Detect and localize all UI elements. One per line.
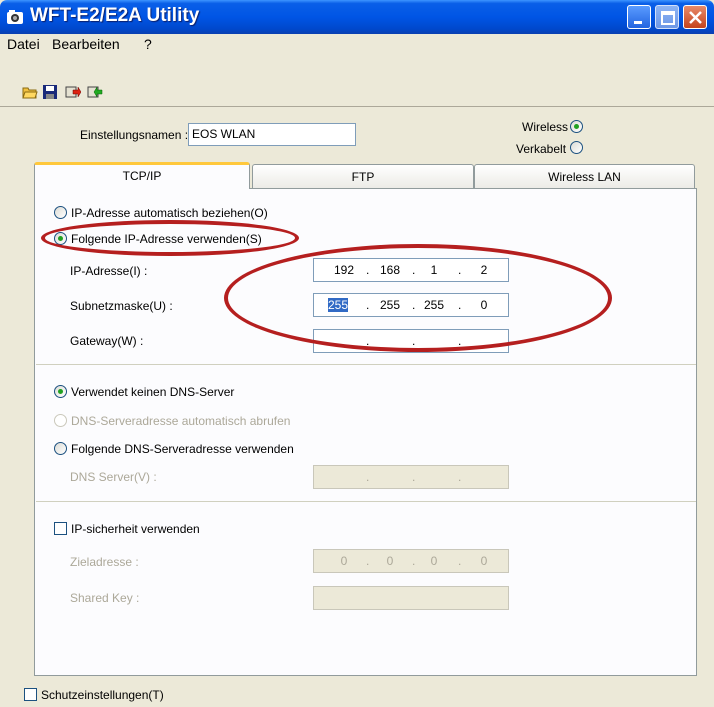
auto-dns-label: DNS-Serveradresse automatisch abrufen (71, 414, 291, 428)
protect-settings-checkbox[interactable] (24, 688, 37, 701)
export-icon[interactable] (65, 84, 81, 100)
minimize-icon (634, 21, 642, 24)
maximize-button[interactable] (655, 5, 679, 29)
dot: . (458, 298, 462, 312)
target-address-label: Zieladresse : (70, 555, 139, 569)
toolbar-divider (0, 106, 714, 107)
auto-ip-label: IP-Adresse automatisch beziehen(O) (71, 206, 268, 220)
dot: . (458, 334, 462, 348)
no-dns-radio[interactable] (54, 385, 67, 398)
subnet-label: Subnetzmaske(U) : (70, 299, 173, 313)
wireless-radio[interactable] (570, 120, 583, 133)
title-bar[interactable]: WFT-E2/E2A Utility (0, 0, 714, 34)
subnet-octet-3: 255 (423, 298, 445, 312)
ip-octet-4: 2 (480, 263, 488, 277)
dot: . (366, 263, 370, 277)
auto-dns-radio[interactable] (54, 414, 67, 427)
dns-server-label: DNS Server(V) : (70, 470, 157, 484)
dot: . (412, 334, 416, 348)
dot: . (366, 554, 370, 568)
shared-key-input[interactable] (313, 586, 509, 610)
ip-address-label: IP-Adresse(I) : (70, 264, 148, 278)
target-octet-4: 0 (480, 554, 488, 568)
manual-ip-radio[interactable] (54, 232, 67, 245)
shared-key-label: Shared Key : (70, 591, 140, 605)
menu-help[interactable]: ? (142, 36, 154, 52)
import-icon[interactable] (87, 84, 103, 100)
open-folder-icon[interactable] (22, 84, 38, 100)
wireless-label: Wireless (522, 120, 569, 134)
close-button[interactable] (683, 5, 707, 29)
subnet-octet-1: 255 (328, 298, 349, 312)
wired-label: Verkabelt (516, 142, 567, 156)
ipsec-label: IP-sicherheit verwenden (71, 522, 200, 536)
gateway-label: Gateway(W) : (70, 334, 144, 348)
protect-settings-label: Schutzeinstellungen(T) (41, 688, 164, 702)
subnet-octet-4: 0 (480, 298, 488, 312)
tab-ftp[interactable]: FTP (252, 164, 474, 188)
ipsec-checkbox[interactable] (54, 522, 67, 535)
dns-server-field[interactable]: . . . (313, 465, 509, 489)
close-icon (689, 11, 702, 24)
dot: . (366, 470, 370, 484)
menu-datei[interactable]: Datei (5, 36, 42, 52)
section-divider (36, 364, 696, 365)
tab-wireless-lan[interactable]: Wireless LAN (474, 164, 695, 188)
settings-name-label: Einstellungsnamen : (80, 128, 189, 142)
target-octet-2: 0 (386, 554, 394, 568)
manual-dns-radio[interactable] (54, 442, 67, 455)
subnet-octet-2: 255 (379, 298, 401, 312)
menu-bearbeiten[interactable]: Bearbeiten (50, 36, 122, 52)
dot: . (366, 334, 370, 348)
target-octet-3: 0 (430, 554, 438, 568)
no-dns-label: Verwendet keinen DNS-Server (71, 385, 235, 399)
auto-ip-radio[interactable] (54, 206, 67, 219)
target-octet-1: 0 (340, 554, 348, 568)
dot: . (412, 554, 416, 568)
app-icon (7, 10, 23, 24)
dot: . (412, 298, 416, 312)
section-divider (36, 501, 696, 502)
manual-ip-label: Folgende IP-Adresse verwenden(S) (71, 232, 262, 246)
dot: . (366, 298, 370, 312)
dot: . (412, 470, 416, 484)
target-address-field[interactable]: 0 . 0 . 0 . 0 (313, 549, 509, 573)
ip-octet-2: 168 (379, 263, 401, 277)
save-icon[interactable] (42, 84, 58, 100)
maximize-icon (661, 11, 675, 25)
menu-bar: Datei Bearbeiten ? (0, 34, 714, 56)
dot: . (458, 263, 462, 277)
ip-octet-1: 192 (333, 263, 355, 277)
dot: . (458, 470, 462, 484)
manual-dns-label: Folgende DNS-Serveradresse verwenden (71, 442, 294, 456)
minimize-button[interactable] (627, 5, 651, 29)
dot: . (458, 554, 462, 568)
tab-tcpip[interactable]: TCP/IP (34, 162, 250, 189)
dot: . (412, 263, 416, 277)
wired-radio[interactable] (570, 141, 583, 154)
settings-name-input[interactable]: EOS WLAN (188, 123, 356, 146)
window-title: WFT-E2/E2A Utility (30, 5, 200, 26)
ip-address-field[interactable]: 192 . 168 . 1 . 2 (313, 258, 509, 282)
subnet-field[interactable]: 255 . 255 . 255 . 0 (313, 293, 509, 317)
gateway-field[interactable]: . . . (313, 329, 509, 353)
ip-octet-3: 1 (430, 263, 438, 277)
